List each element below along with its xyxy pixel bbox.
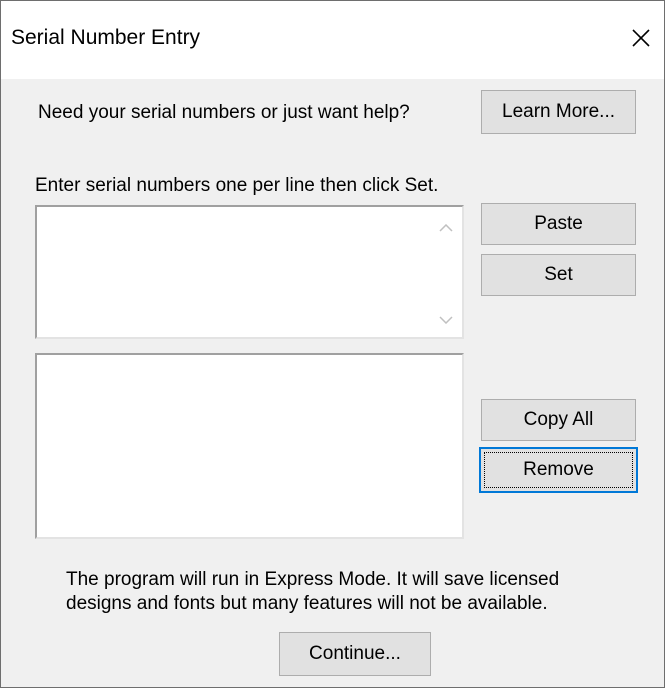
title-bar: Serial Number Entry <box>1 1 664 79</box>
copy-all-button[interactable]: Copy All <box>481 399 636 441</box>
serial-numbers-scrollbar[interactable] <box>430 207 462 337</box>
set-button[interactable]: Set <box>481 254 636 296</box>
serial-numbers-list-area[interactable] <box>37 355 462 537</box>
learn-more-button[interactable]: Learn More... <box>481 90 636 134</box>
chevron-up-icon <box>439 224 453 232</box>
close-icon <box>632 29 650 47</box>
continue-button[interactable]: Continue... <box>279 632 431 676</box>
serial-numbers-textbox[interactable] <box>35 205 464 339</box>
remove-button[interactable]: Remove <box>479 447 638 493</box>
help-prompt: Need your serial numbers or just want he… <box>38 102 410 123</box>
close-button[interactable] <box>618 15 664 61</box>
entry-instruction: Enter serial numbers one per line then c… <box>35 175 439 196</box>
serial-numbers-list[interactable] <box>35 353 464 539</box>
window-title: Serial Number Entry <box>11 26 201 49</box>
paste-button[interactable]: Paste <box>481 203 636 245</box>
chevron-down-icon <box>439 316 453 324</box>
scroll-down-button[interactable] <box>436 313 456 327</box>
serial-numbers-input[interactable] <box>37 207 428 337</box>
express-mode-message-line1: The program will run in Express Mode. It… <box>66 569 560 590</box>
express-mode-message-line2: designs and fonts but many features will… <box>66 593 548 614</box>
scroll-up-button[interactable] <box>436 221 456 235</box>
serial-number-dialog: Serial Number Entry Need your serial num… <box>0 0 665 688</box>
